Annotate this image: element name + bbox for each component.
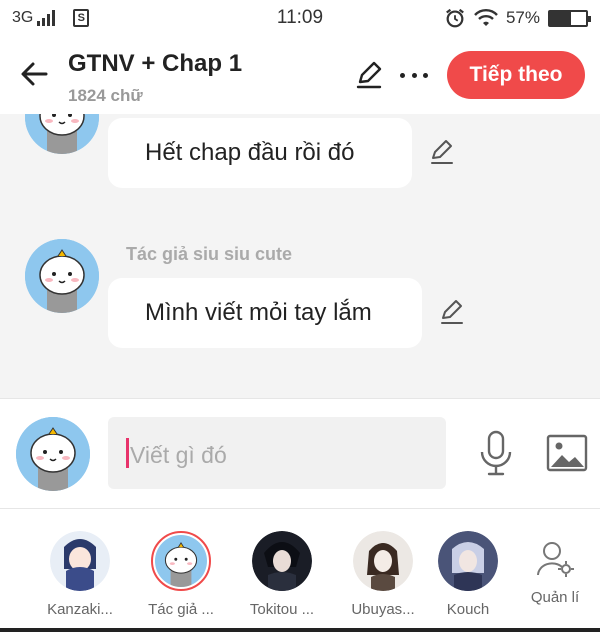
battery-fill bbox=[550, 11, 571, 25]
editor-header: GTNV + Chap 1 1824 chữ Tiếp theo bbox=[0, 36, 600, 114]
mascot-avatar-icon bbox=[25, 114, 99, 154]
mascot-avatar-icon bbox=[155, 535, 207, 587]
chapter-title: GTNV + Chap 1 bbox=[68, 50, 243, 77]
message-placeholder: Viết gì đó bbox=[130, 442, 227, 468]
alarm-icon bbox=[446, 8, 464, 28]
character-item[interactable]: Kouch bbox=[434, 531, 502, 618]
microphone-icon[interactable] bbox=[478, 430, 514, 476]
character-name: Tác giả ... bbox=[148, 601, 214, 618]
character-avatar bbox=[151, 531, 211, 591]
battery-percent: 57% bbox=[505, 8, 540, 27]
message-text: Hết chap đầu rồi đó bbox=[145, 139, 355, 166]
character-bar: Kanzaki... Tác giả ... Tokitou ... Ubuya… bbox=[0, 508, 600, 632]
character-item[interactable]: Ubuyas... bbox=[333, 531, 433, 618]
anime-girl-avatar-icon bbox=[50, 531, 110, 591]
image-icon[interactable] bbox=[546, 434, 588, 472]
sim-icon: S bbox=[73, 9, 90, 27]
current-character-avatar[interactable] bbox=[16, 417, 90, 491]
word-count: 1824 chữ bbox=[68, 86, 143, 105]
character-avatar bbox=[252, 531, 312, 591]
author-avatar[interactable] bbox=[25, 114, 99, 154]
text-caret bbox=[126, 438, 129, 468]
character-item-selected[interactable]: Tác giả ... bbox=[131, 531, 231, 618]
edit-message-icon[interactable] bbox=[438, 298, 466, 326]
user-settings-icon bbox=[537, 542, 574, 577]
network-type: 3G bbox=[12, 9, 34, 26]
status-right: 57% bbox=[444, 7, 591, 29]
character-name: Kanzaki... bbox=[47, 601, 113, 618]
mascot-avatar-icon bbox=[16, 417, 90, 491]
character-name: Kouch bbox=[446, 601, 490, 618]
character-avatar-icon bbox=[438, 531, 498, 591]
sketch-character-avatar-icon bbox=[353, 531, 413, 591]
edit-pencil-icon[interactable] bbox=[354, 60, 384, 90]
manage-characters-button[interactable]: Quản lí bbox=[520, 539, 590, 606]
signal-icon bbox=[37, 10, 56, 26]
message-bubble[interactable]: Hết chap đầu rồi đó bbox=[108, 118, 412, 188]
character-avatar bbox=[353, 531, 413, 591]
battery-icon bbox=[548, 9, 591, 27]
next-button[interactable]: Tiếp theo bbox=[447, 51, 585, 99]
character-avatar bbox=[50, 531, 110, 591]
dark-hair-character-avatar-icon bbox=[252, 531, 312, 591]
message-sender: Tác giả siu siu cute bbox=[126, 244, 293, 264]
manage-label: Quản lí bbox=[530, 589, 580, 606]
status-bar: 3G S 11:09 57% bbox=[0, 0, 600, 36]
mascot-avatar-icon bbox=[25, 239, 99, 313]
character-avatar bbox=[438, 531, 498, 591]
message-bubble[interactable]: Mình viết mỏi tay lắm bbox=[108, 278, 422, 348]
character-item[interactable]: Kanzaki... bbox=[30, 531, 130, 618]
more-options-icon[interactable] bbox=[398, 60, 430, 90]
chat-area: Hết chap đầu rồi đó Tác giả siu siu cute… bbox=[0, 114, 600, 398]
edit-message-icon[interactable] bbox=[428, 138, 456, 166]
character-item[interactable]: Tokitou ... bbox=[232, 531, 332, 618]
author-avatar[interactable] bbox=[25, 239, 99, 313]
character-name: Ubuyas... bbox=[351, 601, 415, 618]
bottom-edge bbox=[0, 628, 600, 632]
message-text: Mình viết mỏi tay lắm bbox=[145, 299, 372, 326]
back-arrow-icon[interactable] bbox=[16, 56, 52, 92]
character-name: Tokitou ... bbox=[249, 601, 315, 618]
status-left: 3G S bbox=[12, 9, 212, 27]
wifi-icon bbox=[474, 9, 498, 26]
